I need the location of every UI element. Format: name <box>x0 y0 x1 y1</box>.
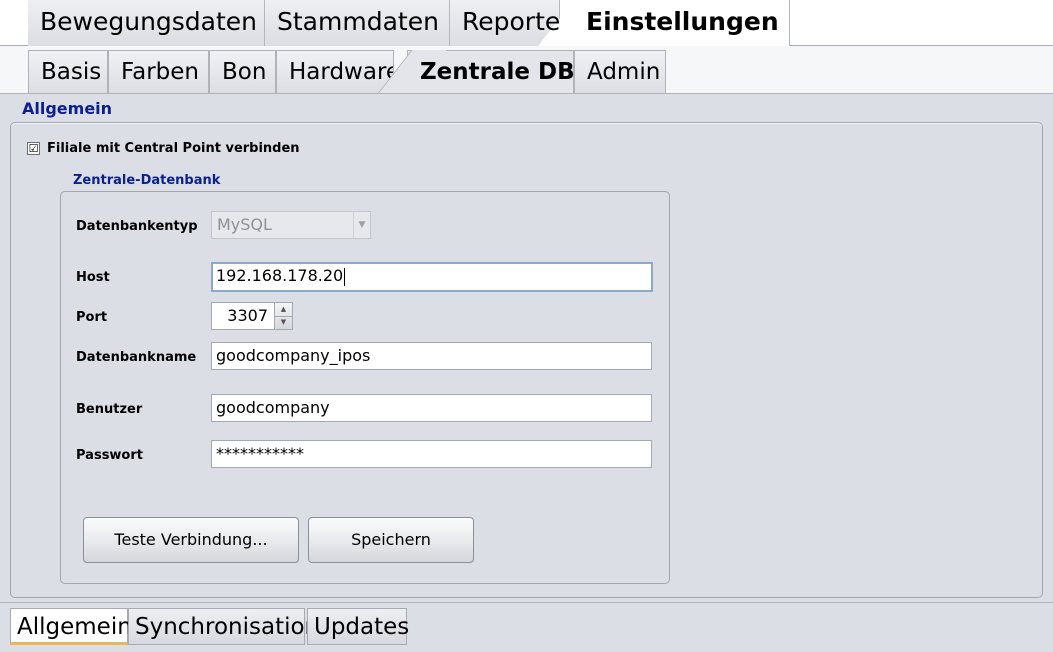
test-connection-button[interactable]: Teste Verbindung... <box>83 517 299 563</box>
stepper-buttons: ▲ ▼ <box>274 303 292 329</box>
host-label: Host <box>76 270 110 285</box>
tab-bewegungsdaten[interactable]: Bewegungsdaten <box>28 0 265 46</box>
tab-label: Bon <box>222 59 267 85</box>
tab-label: Einstellungen <box>586 7 779 36</box>
tab-label: Farben <box>121 59 199 85</box>
user-input[interactable]: goodcompany <box>211 394 652 422</box>
tab-allgemein[interactable]: Allgemein <box>10 608 132 645</box>
tab-label: Allgemein <box>17 614 132 640</box>
dbname-value: goodcompany_ipos <box>216 346 371 365</box>
port-stepper[interactable]: 3307 ▲ ▼ <box>211 302 293 330</box>
tab-basis[interactable]: Basis <box>28 50 108 93</box>
tab-bon[interactable]: Bon <box>209 50 276 93</box>
tab-updates[interactable]: Updates <box>307 608 410 645</box>
connect-checkbox-label[interactable]: Filiale mit Central Point verbinden <box>47 141 300 156</box>
dbname-label: Datenbankname <box>76 350 197 365</box>
db-type-label: Datenbankentyp <box>76 219 198 234</box>
tab-farben[interactable]: Farben <box>108 50 209 93</box>
section-title: Allgemein <box>22 99 113 118</box>
password-label: Passwort <box>76 448 143 463</box>
tab-label: Admin <box>587 59 661 85</box>
password-input[interactable]: *********** <box>211 440 652 468</box>
tab-label: Stammdaten <box>277 7 439 36</box>
text-caret <box>344 267 346 286</box>
connect-checkbox[interactable]: ☑ <box>27 142 40 155</box>
user-value: goodcompany <box>216 398 330 417</box>
tab-einstellungen[interactable]: Einstellungen <box>574 0 790 46</box>
tab-label: Zentrale DB <box>420 59 575 85</box>
tab-label: Reporte <box>462 7 560 36</box>
port-label: Port <box>76 310 108 325</box>
main-tab-bar: Bewegungsdaten Stammdaten Reporte Einste… <box>0 0 1053 46</box>
chevron-down-icon: ▼ <box>353 212 370 238</box>
checkbox-checked-icon: ☑ <box>28 142 39 155</box>
host-value: 192.168.178.20 <box>216 266 344 285</box>
host-input[interactable]: 192.168.178.20 <box>211 262 653 292</box>
save-button[interactable]: Speichern <box>308 517 474 563</box>
triangle-down-icon[interactable]: ▼ <box>275 316 292 329</box>
sub-tab-bar: Basis Farben Bon Hardware Zentrale DB Ad… <box>0 46 1053 93</box>
tab-stammdaten[interactable]: Stammdaten <box>265 0 450 46</box>
dbname-input[interactable]: goodcompany_ipos <box>211 342 652 370</box>
triangle-up-icon[interactable]: ▲ <box>275 303 292 317</box>
port-value: 3307 <box>227 306 268 325</box>
user-label: Benutzer <box>76 402 143 417</box>
db-type-select[interactable]: MySQL ▼ <box>211 211 371 239</box>
tab-label: Synchronisation <box>135 614 320 640</box>
password-value: *********** <box>216 444 304 463</box>
tab-label: Bewegungsdaten <box>40 7 258 36</box>
db-type-value: MySQL <box>217 215 272 234</box>
tab-admin[interactable]: Admin <box>574 50 666 93</box>
tab-zentrale-db[interactable]: Zentrale DB <box>407 50 575 93</box>
tab-hardware[interactable]: Hardware <box>276 50 394 93</box>
tab-synchronisation[interactable]: Synchronisation <box>128 608 319 645</box>
tab-label: Updates <box>314 614 410 640</box>
tab-label: Basis <box>41 59 102 85</box>
db-group-title: Zentrale-Datenbank <box>73 173 221 188</box>
tab-label: Hardware <box>289 59 394 85</box>
